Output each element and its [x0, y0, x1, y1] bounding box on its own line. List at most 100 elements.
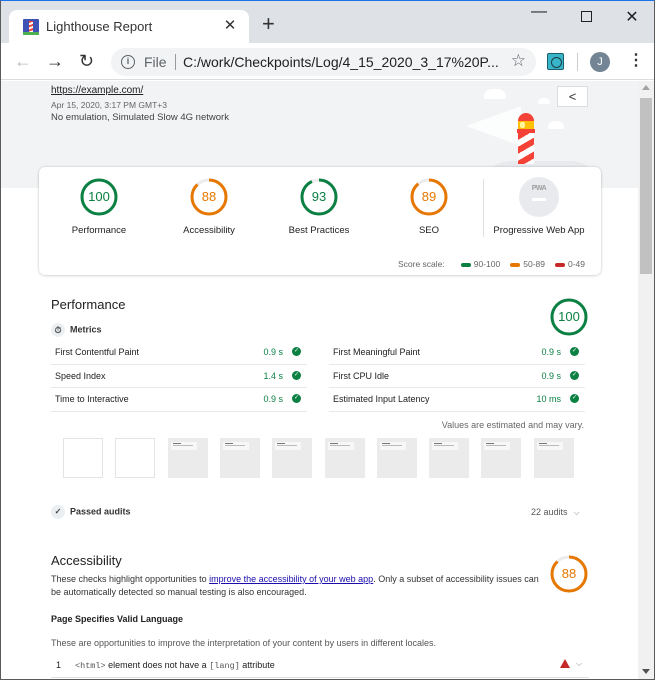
- share-button[interactable]: <: [557, 86, 588, 107]
- vertical-scrollbar[interactable]: [638, 81, 654, 679]
- tab-title: Lighthouse Report: [46, 19, 153, 34]
- metric-value: 0.9 s: [263, 347, 283, 357]
- audit-title: <html> element does not have a [lang] at…: [75, 660, 275, 671]
- tab-strip: Lighthouse Report ✕ + — ✕: [1, 1, 654, 43]
- metric-row: First Contentful Paint 0.9 s ✓: [51, 341, 307, 365]
- gauge-pwa[interactable]: PWA Progressive Web App: [479, 177, 599, 236]
- metric-label: First CPU Idle: [333, 370, 390, 381]
- stopwatch-icon: ⏱: [51, 323, 65, 337]
- filmstrip-frame: [272, 438, 313, 478]
- audit-group-description: These are opportunities to improve the i…: [51, 638, 437, 648]
- metric-label: Estimated Input Latency: [333, 394, 430, 404]
- gauge-accessibility[interactable]: 88 Accessibility: [149, 177, 269, 236]
- address-bar[interactable]: i File C:/work/Checkpoints/Log/4_15_2020…: [111, 48, 536, 76]
- metric-value: 1.4 s: [263, 370, 283, 381]
- pass-check-icon: ✓: [292, 370, 301, 380]
- scrollbar-thumb[interactable]: [640, 98, 652, 274]
- scroll-up-arrow-icon[interactable]: [642, 85, 650, 90]
- gauge-label: Performance: [71, 225, 127, 236]
- report-url-link[interactable]: https://example.com/: [51, 85, 143, 96]
- close-window-button[interactable]: ✕: [617, 7, 647, 27]
- metric-row: Estimated Input Latency 10 ms ✓: [329, 388, 585, 412]
- audit-group-title: Page Specifies Valid Language: [51, 614, 184, 624]
- score-value: 100: [558, 309, 580, 324]
- accessibility-score-gauge[interactable]: 88: [549, 554, 589, 594]
- gauge-seo[interactable]: 89 SEO: [369, 177, 489, 236]
- score-value: 88: [201, 189, 217, 204]
- gauge-performance[interactable]: 100 Performance: [39, 177, 159, 236]
- metrics-header: ⏱ Metrics: [51, 323, 102, 337]
- scale-range: 50-89: [523, 259, 545, 269]
- filmstrip-frame: [115, 438, 156, 478]
- metrics-right-column: First Meaningful Paint 0.9 s ✓ First CPU Id…: [329, 341, 585, 412]
- browser-window: Lighthouse Report ✕ + — ✕ ← → ↻ i File C…: [0, 0, 655, 680]
- scale-range: 90-100: [473, 259, 501, 269]
- tab-close-icon[interactable]: ✕: [221, 16, 239, 34]
- filmstrip-frame: [324, 438, 365, 478]
- estimate-note: Values are estimated and may vary.: [441, 420, 584, 430]
- filmstrip-frame: [429, 438, 470, 478]
- maximize-button[interactable]: [571, 7, 601, 27]
- page-content: https://example.com/ Apr 15, 2020, 3:17 …: [1, 81, 638, 679]
- scores-summary-card: 100 Performance 88 Accessibility 93 Best Prac…: [39, 167, 601, 275]
- passed-audits-toggle[interactable]: ✓ Passed audits: [51, 505, 131, 519]
- filmstrip-frame: [63, 438, 103, 478]
- reload-button[interactable]: ↻: [79, 51, 94, 71]
- score-value: 89: [421, 189, 437, 204]
- score-value: 100: [88, 189, 110, 204]
- lighthouse-favicon-icon: [23, 19, 39, 35]
- metrics-left-column: First Contentful Paint 0.9 s ✓ Speed Index 1…: [51, 341, 307, 412]
- pass-check-icon: ✓: [570, 370, 579, 380]
- metric-row: First Meaningful Paint 0.9 s ✓: [329, 341, 585, 365]
- metric-row: Speed Index 1.4 s ✓: [51, 365, 307, 388]
- score-gauge: 93: [299, 177, 339, 217]
- scale-swatch: [554, 262, 565, 267]
- profile-avatar[interactable]: J: [590, 52, 610, 72]
- performance-score-gauge[interactable]: 100: [549, 297, 589, 337]
- url-text[interactable]: C:/work/Checkpoints/Log/4_15_2020_3_17%2…: [183, 54, 499, 70]
- report-environment: No emulation, Simulated Slow 4G network: [51, 112, 229, 123]
- gauge-label: Progressive Web App: [493, 225, 585, 236]
- omnibox-divider: [175, 54, 176, 70]
- info-icon[interactable]: i: [121, 55, 135, 69]
- chevron-down-icon[interactable]: ⌵: [576, 659, 582, 669]
- share-icon: <: [568, 89, 577, 104]
- accessibility-title: Accessibility: [51, 553, 122, 568]
- score-value: 88: [561, 566, 577, 581]
- chevron-down-icon: ⌵: [573, 508, 580, 517]
- pass-check-icon: ✓: [570, 347, 579, 356]
- minimize-button[interactable]: —: [524, 3, 554, 21]
- check-icon: ✓: [51, 505, 65, 519]
- accessibility-description: These checks highlight opportunities to …: [51, 574, 539, 597]
- back-button[interactable]: ←: [14, 51, 32, 71]
- filmstrip-frame: [219, 438, 260, 478]
- browser-menu-icon[interactable]: ⋮: [628, 51, 644, 71]
- scroll-down-arrow-icon[interactable]: [642, 669, 650, 674]
- audit-row[interactable]: 1 <html> element does not have a [lang] …: [51, 656, 589, 678]
- score-value: 93: [311, 189, 327, 204]
- maximize-icon: [580, 11, 592, 22]
- score-scale: Score scale: 90-100 50-89 0-49: [398, 259, 585, 269]
- gauge-label: Best Practices: [288, 225, 350, 236]
- pass-check-icon: ✓: [570, 394, 579, 403]
- tab-lighthouse-report[interactable]: Lighthouse Report ✕: [9, 10, 249, 43]
- metric-value: 0.9 s: [541, 370, 561, 381]
- fail-triangle-icon: [560, 659, 570, 668]
- gauge-best-practices[interactable]: 93 Best Practices: [259, 177, 379, 236]
- passed-audits-count[interactable]: 22 audits ⌵: [531, 507, 580, 518]
- filmstrip-frame: [376, 438, 417, 478]
- forward-button[interactable]: →: [46, 51, 64, 71]
- new-tab-button[interactable]: +: [262, 13, 275, 35]
- extension-icon[interactable]: [547, 53, 564, 70]
- bookmark-star-icon[interactable]: ☆: [511, 51, 526, 71]
- metric-label: Speed Index: [55, 370, 106, 381]
- accessibility-guide-link[interactable]: improve the accessibility of your web ap…: [209, 574, 373, 584]
- scale-swatch: [460, 262, 471, 267]
- pass-check-icon: ✓: [292, 394, 301, 403]
- metric-row: Time to Interactive 0.9 s ✓: [51, 388, 307, 412]
- pwa-badge-icon: PWA: [519, 177, 559, 217]
- audit-index: 1: [56, 660, 62, 670]
- filmstrip-frame: [533, 438, 574, 478]
- metric-row: First CPU Idle 0.9 s ✓: [329, 365, 585, 388]
- score-gauge: 89: [409, 177, 449, 217]
